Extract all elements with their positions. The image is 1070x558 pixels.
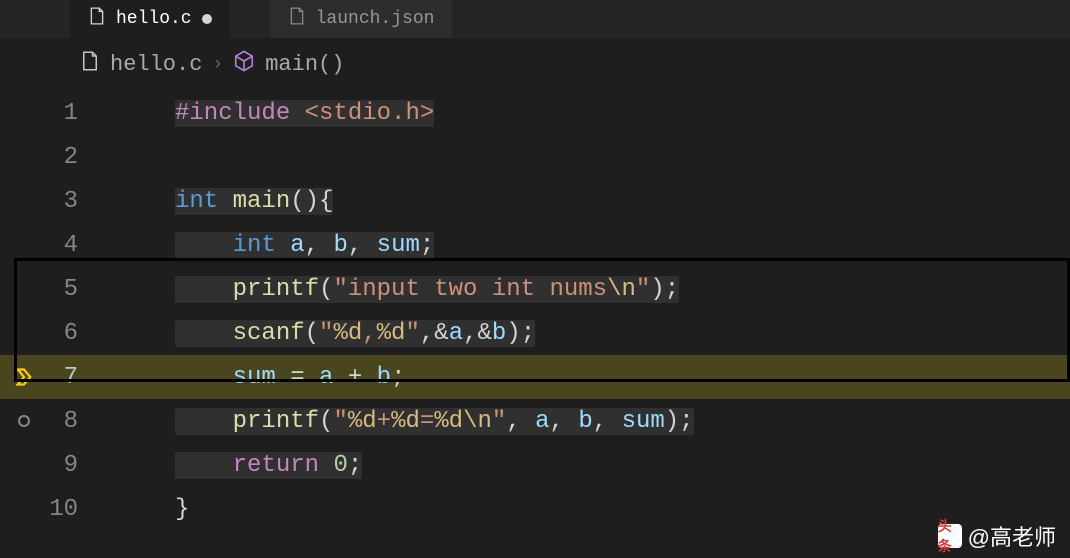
code-line[interactable]: 9 return 0;	[0, 443, 1070, 487]
breakpoint-unverified-icon	[0, 415, 48, 427]
watermark-text: @高老师	[968, 520, 1056, 552]
code-line[interactable]: 1 #include <stdio.h>	[0, 91, 1070, 135]
gutter[interactable]: 8	[0, 408, 175, 435]
code-content: scanf("%d,%d",&a,&b);	[175, 320, 535, 347]
file-icon	[88, 7, 106, 31]
code-line[interactable]: 8 printf("%d+%d=%d\n", a, b, sum);	[0, 399, 1070, 443]
line-number: 8	[48, 408, 108, 435]
code-line[interactable]: 7 sum = a + b;	[0, 355, 1070, 399]
watermark-logo-icon: 头条	[938, 524, 962, 548]
modified-indicator-icon	[202, 14, 212, 24]
code-line[interactable]: 5 printf("input two int nums\n");	[0, 267, 1070, 311]
gutter[interactable]: 1	[0, 100, 175, 127]
code-line[interactable]: 10}	[0, 487, 1070, 531]
code-content: int a, b, sum;	[175, 232, 434, 259]
line-number: 10	[48, 496, 108, 523]
gutter[interactable]: 2	[0, 144, 175, 171]
file-icon	[80, 51, 100, 78]
breadcrumb-symbol: main()	[265, 52, 344, 77]
tab-launch-json[interactable]: launch.json	[270, 0, 453, 38]
file-icon	[288, 7, 306, 31]
gutter[interactable]: 5	[0, 276, 175, 303]
code-content: printf("%d+%d=%d\n", a, b, sum);	[175, 408, 694, 435]
breadcrumb-file: hello.c	[110, 52, 202, 77]
tab-bar: hello.c launch.json	[0, 0, 1070, 38]
code-content: sum = a + b;	[175, 364, 405, 391]
code-content: printf("input two int nums\n");	[175, 276, 679, 303]
code-line[interactable]: 6 scanf("%d,%d",&a,&b);	[0, 311, 1070, 355]
code-content: #include <stdio.h>	[175, 100, 434, 127]
code-content: int main(){	[175, 188, 333, 215]
code-content: return 0;	[175, 452, 362, 479]
code-line[interactable]: 2	[0, 135, 1070, 179]
breadcrumb[interactable]: hello.c › main()	[0, 38, 1070, 91]
chevron-right-icon: ›	[212, 55, 223, 75]
gutter[interactable]: 10	[0, 496, 175, 523]
code-line[interactable]: 4 int a, b, sum;	[0, 223, 1070, 267]
code-editor[interactable]: 1 #include <stdio.h> 2 3 int main(){ 4 int a,…	[0, 91, 1070, 531]
line-number: 5	[48, 276, 108, 303]
watermark: 头条 @高老师	[938, 520, 1056, 552]
line-number: 7	[48, 364, 108, 391]
tab-label: hello.c	[116, 9, 192, 29]
tab-hello-c[interactable]: hello.c	[70, 0, 230, 38]
gutter[interactable]: 9	[0, 452, 175, 479]
gutter[interactable]: 7	[0, 364, 175, 391]
line-number: 2	[48, 144, 108, 171]
line-number: 6	[48, 320, 108, 347]
line-number: 1	[48, 100, 108, 127]
gutter[interactable]: 4	[0, 232, 175, 259]
debug-current-frame-icon	[0, 367, 48, 387]
code-content: }	[175, 496, 189, 523]
line-number: 3	[48, 188, 108, 215]
code-line[interactable]: 3 int main(){	[0, 179, 1070, 223]
line-number: 4	[48, 232, 108, 259]
gutter[interactable]: 3	[0, 188, 175, 215]
gutter[interactable]: 6	[0, 320, 175, 347]
tab-label: launch.json	[316, 9, 435, 29]
line-number: 9	[48, 452, 108, 479]
symbol-method-icon	[233, 50, 255, 79]
